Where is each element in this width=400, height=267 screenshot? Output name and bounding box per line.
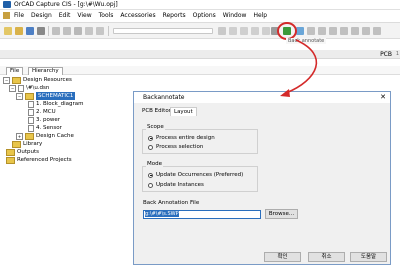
annotation-arrow [280,39,318,97]
